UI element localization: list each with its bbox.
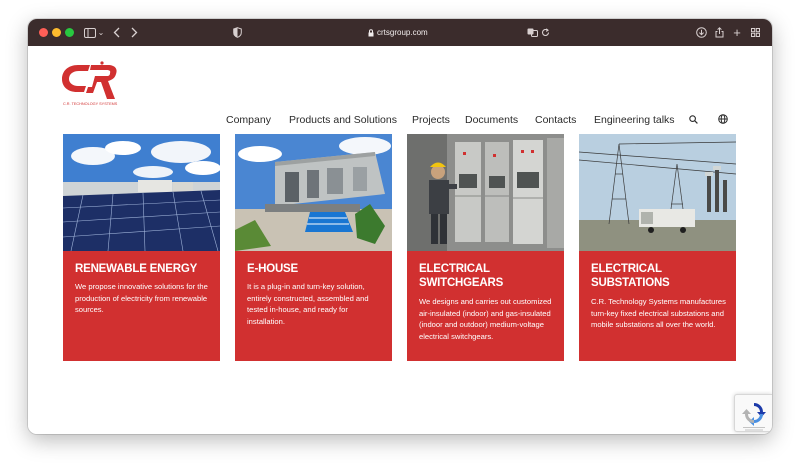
recaptcha-icon <box>742 403 766 431</box>
globe-icon[interactable] <box>718 114 728 127</box>
nav-item-engineering-talks[interactable]: Engineering talks <box>594 114 675 126</box>
zoom-window-button[interactable] <box>65 28 74 37</box>
card-title: RENEWABLE ENERGY <box>75 263 198 275</box>
privacy-shield-icon[interactable] <box>232 24 242 41</box>
search-icon[interactable] <box>689 115 698 127</box>
card-description: We propose innovative solutions for the … <box>75 282 208 314</box>
url-text: crtsgroup.com <box>377 28 428 37</box>
card-electrical-substations[interactable]: ELECTRICAL SUBSTATIONS C.R. Technology S… <box>579 134 736 361</box>
back-button-icon[interactable] <box>111 24 121 41</box>
web-page: C.R. TECHNOLOGY SYSTEMS Company Products… <box>28 46 772 434</box>
nav-item-documents[interactable]: Documents <box>465 114 518 126</box>
chevron-down-icon[interactable]: ⌄ <box>97 24 105 41</box>
address-bar[interactable]: crtsgroup.com <box>368 25 428 40</box>
solar-panels-photo <box>63 134 220 251</box>
nav-item-company[interactable]: Company <box>226 114 271 126</box>
card-title: ELECTRICAL SWITCHGEARS <box>419 263 504 289</box>
lock-icon <box>368 28 374 36</box>
logo-text: C.R. TECHNOLOGY SYSTEMS <box>63 102 118 106</box>
downloads-icon[interactable] <box>695 24 707 41</box>
company-logo[interactable]: C.R. TECHNOLOGY SYSTEMS <box>58 59 122 113</box>
nav-item-contacts[interactable]: Contacts <box>535 114 576 126</box>
share-icon[interactable] <box>714 24 724 41</box>
reload-icon[interactable] <box>540 24 550 41</box>
e-house-container-photo <box>235 134 392 251</box>
nav-item-projects[interactable]: Projects <box>412 114 450 126</box>
card-description: It is a plug-in and turn-key solution, e… <box>247 282 369 326</box>
card-title: E-HOUSE <box>247 263 298 275</box>
close-window-button[interactable] <box>39 28 48 37</box>
forward-button-icon[interactable] <box>129 24 139 41</box>
switchgear-technician-photo <box>407 134 564 251</box>
card-e-house[interactable]: E-HOUSE It is a plug-in and turn-key sol… <box>235 134 392 361</box>
translate-icon[interactable] <box>526 24 538 41</box>
card-description: We designs and carries out customized ai… <box>419 297 552 341</box>
main-navigation: Company Products and Solutions Projects … <box>226 113 746 127</box>
card-electrical-switchgears[interactable]: ELECTRICAL SWITCHGEARS We designs and ca… <box>407 134 564 361</box>
card-renewable-energy[interactable]: RENEWABLE ENERGY We propose innovative s… <box>63 134 220 361</box>
new-tab-icon[interactable]: + <box>732 24 742 41</box>
nav-item-products-and-solutions[interactable]: Products and Solutions <box>289 114 397 126</box>
tab-overview-icon[interactable] <box>750 24 760 41</box>
card-description: C.R. Technology Systems manufactures tur… <box>591 297 726 329</box>
minimize-window-button[interactable] <box>52 28 61 37</box>
browser-window: ⌄ crtsgroup.com + C.R. TECHNOLOGY SYSTEM… <box>28 19 772 434</box>
substation-photo <box>579 134 736 251</box>
card-title: ELECTRICAL SUBSTATIONS <box>591 263 670 289</box>
recaptcha-badge[interactable] <box>734 394 772 432</box>
sidebar-toggle-icon[interactable] <box>83 24 97 41</box>
browser-toolbar: ⌄ crtsgroup.com + <box>28 19 772 46</box>
